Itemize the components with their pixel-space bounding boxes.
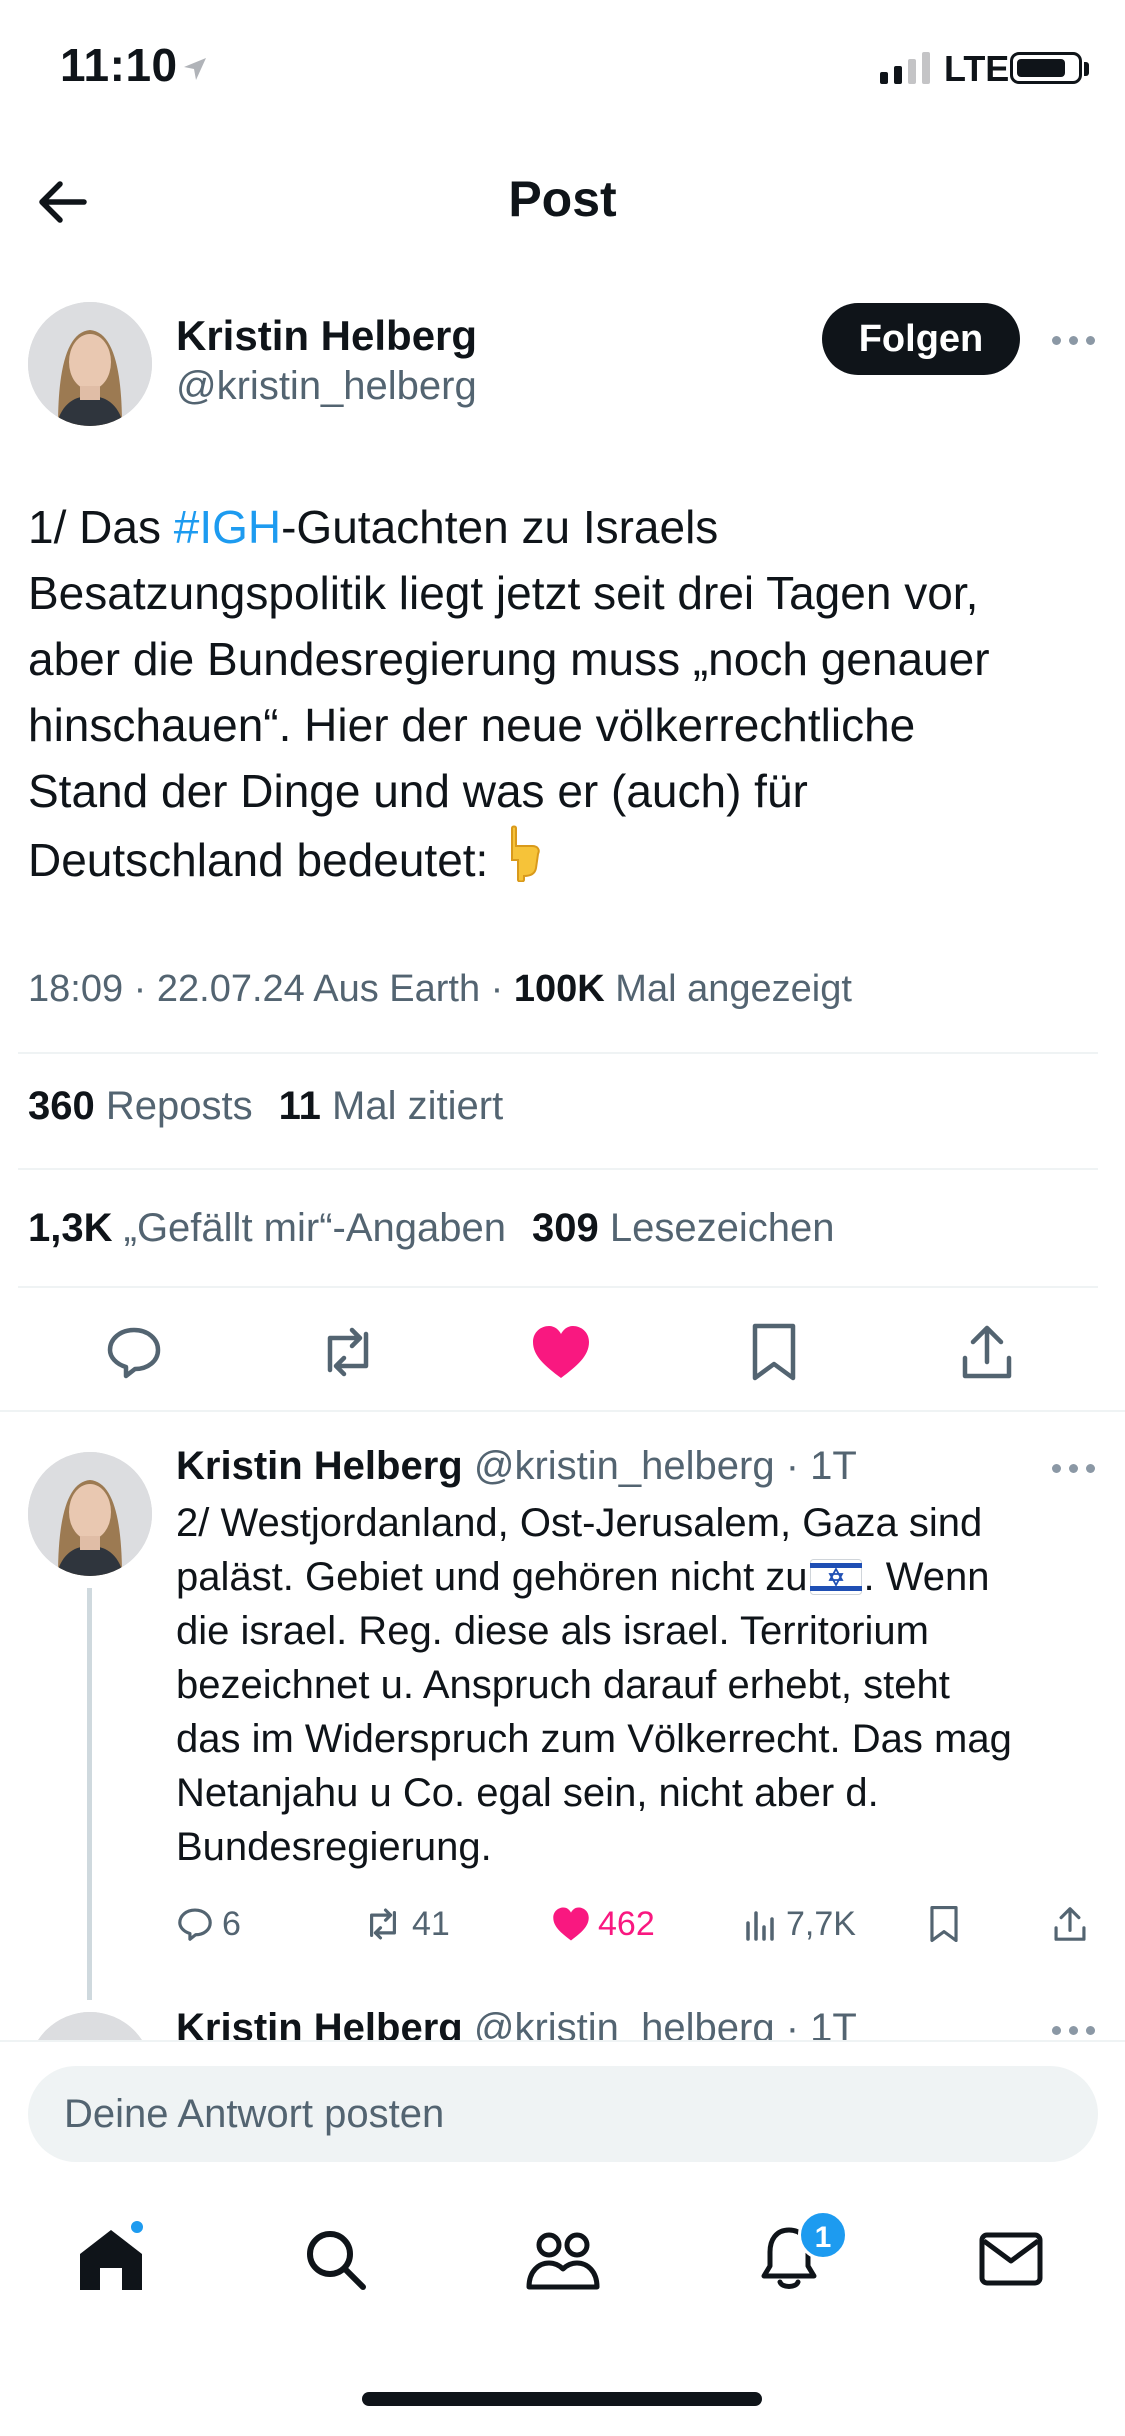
- bottom-nav: 1: [0, 2180, 1125, 2350]
- reply-repost-button[interactable]: 41: [362, 1896, 450, 1952]
- header: Post: [0, 140, 1125, 250]
- pointing-down-emoji-icon: [511, 825, 541, 882]
- reply-composer: Deine Antwort posten: [0, 2040, 1125, 2180]
- bookmark-icon: [930, 1905, 958, 1943]
- reply-author-name[interactable]: Kristin Helberg: [176, 2006, 463, 2040]
- thread-line: [87, 1588, 92, 2000]
- battery-icon: [1010, 52, 1082, 84]
- reply-bookmark-button[interactable]: [928, 1896, 960, 1952]
- hashtag-link[interactable]: #IGH: [174, 501, 281, 553]
- reply-like-button[interactable]: 462: [552, 1896, 655, 1952]
- reply-text: 2/ Westjordanland, Ost-Jerusalem, Gaza s…: [176, 1501, 1012, 1869]
- reply-author-handle[interactable]: @kristin_helberg · 1T: [474, 2006, 857, 2040]
- nav-messages[interactable]: [966, 2214, 1056, 2304]
- more-options-icon[interactable]: [1052, 336, 1095, 345]
- location-arrow-icon: [184, 58, 206, 80]
- bookmark-icon: [752, 1323, 796, 1381]
- notifications-badge: 1: [798, 2210, 848, 2260]
- repost-icon: [370, 1908, 396, 1940]
- reply-count: 6: [222, 1904, 241, 1943]
- mail-icon: [979, 2232, 1043, 2286]
- reply-icon: [107, 1327, 161, 1379]
- home-indicator: [362, 2392, 762, 2406]
- divider: [0, 1410, 1125, 1412]
- nav-search[interactable]: [290, 2214, 380, 2304]
- share-icon: [1054, 1907, 1086, 1941]
- search-icon: [307, 2231, 366, 2290]
- share-icon: [962, 1325, 1012, 1379]
- post-actions: [0, 1300, 1125, 1400]
- page-title: Post: [508, 171, 617, 227]
- follow-button[interactable]: Folgen: [822, 303, 1020, 375]
- next-reply-preview[interactable]: Kristin Helberg @kristin_helberg · 1T: [0, 1990, 1125, 2040]
- battery-tip: [1084, 62, 1089, 76]
- author-handle[interactable]: @kristin_helberg: [176, 364, 477, 409]
- more-options-icon[interactable]: [1052, 1464, 1095, 1473]
- divider: [18, 1052, 1098, 1054]
- reply-author-handle[interactable]: @kristin_helberg · 1T: [474, 1444, 857, 1488]
- repost-icon: [327, 1327, 369, 1377]
- reply-input[interactable]: Deine Antwort posten: [28, 2066, 1098, 2162]
- nav-communities[interactable]: [518, 2214, 608, 2304]
- israel-flag-icon: [809, 1559, 862, 1595]
- views-count: 100K: [513, 968, 605, 1010]
- heart-filled-icon: [553, 1907, 589, 1941]
- avatar[interactable]: [28, 2012, 152, 2040]
- repost-count: 41: [412, 1904, 450, 1943]
- avatar[interactable]: [28, 1452, 152, 1576]
- reply-icon: [178, 1908, 212, 1941]
- avatar[interactable]: [28, 302, 152, 426]
- bookmark-button[interactable]: [742, 1320, 806, 1384]
- reply-header: Kristin Helberg @kristin_helberg · 1T: [176, 2006, 857, 2040]
- like-count: 462: [598, 1904, 655, 1943]
- like-stats[interactable]: 1,3K „Gefällt mir“-Angaben 309 Lesezeiche…: [28, 1206, 834, 1251]
- home-unread-dot: [128, 2218, 146, 2236]
- author-name[interactable]: Kristin Helberg: [176, 312, 477, 360]
- network-label: LTE: [944, 48, 1010, 89]
- reply-button[interactable]: [102, 1320, 166, 1384]
- signal-strength-icon: [880, 52, 930, 84]
- post-meta: 18:09 · 22.07.24 Aus Earth · 100K Mal an…: [28, 968, 852, 1010]
- reply-header: Kristin Helberg @kristin_helberg · 1T: [176, 1444, 857, 1489]
- share-button[interactable]: [955, 1320, 1019, 1384]
- reply-views-button[interactable]: 7,7K: [744, 1896, 856, 1952]
- communities-icon: [526, 2232, 600, 2290]
- divider: [18, 1286, 1098, 1288]
- reply-actions: 6 41 462 7,7K: [176, 1896, 1096, 1952]
- repost-button[interactable]: [316, 1320, 380, 1384]
- more-options-icon[interactable]: [1052, 2026, 1095, 2035]
- post-text: 1/ Das #IGH-Gutachten zu Israels Besatzu…: [28, 501, 990, 886]
- reply-share-button[interactable]: [1052, 1896, 1088, 1952]
- reply-reply-button[interactable]: 6: [176, 1896, 241, 1952]
- repost-stats[interactable]: 360 Reposts 11 Mal zitiert: [28, 1084, 503, 1129]
- views-chart-icon: [746, 1911, 774, 1941]
- status-bar: 11:10 LTE: [0, 0, 1125, 140]
- reply-author-name[interactable]: Kristin Helberg: [176, 1444, 463, 1488]
- like-button[interactable]: [529, 1320, 593, 1384]
- status-time: 11:10: [60, 39, 178, 91]
- views-count: 7,7K: [786, 1904, 856, 1943]
- heart-filled-icon: [533, 1326, 589, 1378]
- divider: [18, 1168, 1098, 1170]
